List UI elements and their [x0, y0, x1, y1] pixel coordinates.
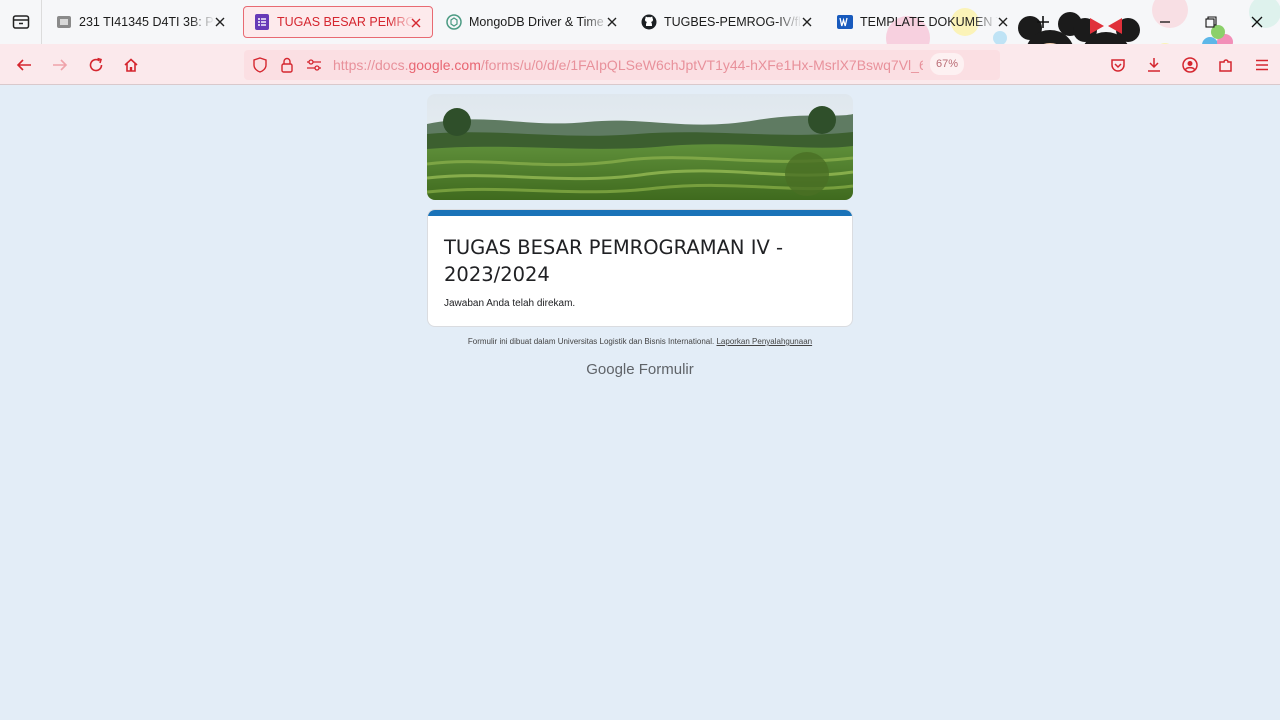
tab-list-icon — [12, 15, 29, 29]
form-theme-bar — [428, 210, 852, 216]
form-footer-note: Formulir ini dibuat dalam Universitas Lo… — [0, 337, 1280, 346]
tab-moodle[interactable]: 231 TI41345 D4TI 3B: Prak — [46, 6, 236, 38]
tab-chatgpt[interactable]: MongoDB Driver & Time — [436, 6, 628, 38]
url-path: /forms/u/0/d/e/1FAIpQLSeW6chJptVT1y44-hX… — [480, 57, 923, 73]
tab-google-forms[interactable]: TUGAS BESAR PEMROGR — [243, 6, 433, 38]
forward-button[interactable] — [45, 50, 75, 80]
report-abuse-link[interactable]: Laporkan Penyalahgunaan — [716, 337, 812, 346]
close-tab-icon[interactable] — [212, 14, 228, 30]
window-controls — [1142, 0, 1280, 44]
form-card: TUGAS BESAR PEMROGRAMAN IV - 2023/2024 J… — [427, 209, 853, 327]
moodle-icon — [56, 14, 72, 30]
list-all-tabs-button[interactable] — [0, 0, 42, 44]
minimize-icon — [1160, 21, 1170, 23]
close-tab-icon[interactable] — [995, 14, 1011, 30]
footer-text: Formulir ini dibuat dalam Universitas Lo… — [467, 337, 715, 346]
extensions-button[interactable] — [1208, 44, 1244, 85]
tab-title: MongoDB Driver & Time — [469, 15, 609, 29]
close-window-button[interactable] — [1234, 0, 1280, 44]
url-text[interactable]: https://docs.google.com/forms/u/0/d/e/1F… — [333, 57, 923, 73]
hamburger-menu-icon — [1256, 59, 1268, 70]
tab-word[interactable]: TEMPLATE DOKUMEN TB — [827, 6, 1019, 38]
form-title: TUGAS BESAR PEMROGRAMAN IV - 2023/2024 — [444, 236, 784, 286]
tab-title: TUGAS BESAR PEMROGR — [277, 15, 415, 29]
brand-google: Google — [586, 361, 635, 378]
close-tab-icon[interactable] — [408, 15, 424, 31]
word-icon — [837, 14, 853, 30]
home-icon — [124, 58, 138, 72]
reload-icon — [89, 57, 103, 72]
lock-icon[interactable] — [276, 50, 298, 80]
close-icon — [1251, 16, 1263, 28]
plus-icon — [1037, 16, 1049, 28]
url-prefix: https://docs. — [333, 57, 409, 73]
extensions-icon — [1219, 58, 1232, 72]
tab-github[interactable]: TUGBES-PEMROG-IV/flutt — [631, 6, 823, 38]
google-forms-logo[interactable]: Google Formulir — [0, 361, 1280, 378]
account-icon — [1182, 56, 1198, 73]
navigation-toolbar: https://docs.google.com/forms/u/0/d/e/1F… — [0, 44, 1280, 85]
account-button[interactable] — [1172, 44, 1208, 85]
github-icon — [641, 14, 657, 30]
tracking-protection-icon[interactable] — [249, 50, 271, 80]
restore-icon — [1205, 16, 1217, 28]
toolbar-right — [1100, 44, 1280, 85]
brand-product: Formulir — [638, 361, 694, 378]
minimize-button[interactable] — [1142, 0, 1188, 44]
pocket-button[interactable] — [1100, 44, 1136, 85]
back-button[interactable] — [9, 50, 39, 80]
new-tab-button[interactable] — [1020, 0, 1066, 44]
restore-button[interactable] — [1188, 0, 1234, 44]
reload-button[interactable] — [81, 50, 111, 80]
tab-title: TUGBES-PEMROG-IV/flutt — [664, 15, 802, 29]
page-content: TUGAS BESAR PEMROGRAMAN IV - 2023/2024 J… — [0, 85, 1280, 720]
google-forms-icon — [254, 14, 270, 30]
site-permissions-icon[interactable] — [303, 50, 325, 80]
close-tab-icon[interactable] — [604, 14, 620, 30]
address-bar[interactable]: https://docs.google.com/forms/u/0/d/e/1F… — [244, 50, 1000, 80]
home-button[interactable] — [116, 50, 146, 80]
arrow-left-icon — [16, 59, 31, 71]
downloads-button[interactable] — [1136, 44, 1172, 85]
close-tab-icon[interactable] — [799, 14, 815, 30]
tab-title: TEMPLATE DOKUMEN TB — [860, 15, 998, 29]
app-menu-button[interactable] — [1244, 44, 1280, 85]
confirmation-message: Jawaban Anda telah direkam. — [444, 298, 576, 309]
form-header-image — [427, 94, 853, 200]
arrow-right-icon — [53, 59, 68, 71]
chatgpt-icon — [446, 14, 462, 30]
tab-bar: 231 TI41345 D4TI 3B: Prak TUGAS BESAR PE… — [0, 0, 1280, 44]
pocket-icon — [1111, 58, 1125, 72]
url-domain: google.com — [408, 57, 481, 73]
zoom-level-button[interactable]: 67% — [930, 53, 965, 75]
download-icon — [1148, 57, 1160, 72]
tab-title: 231 TI41345 D4TI 3B: Prak — [79, 15, 215, 29]
